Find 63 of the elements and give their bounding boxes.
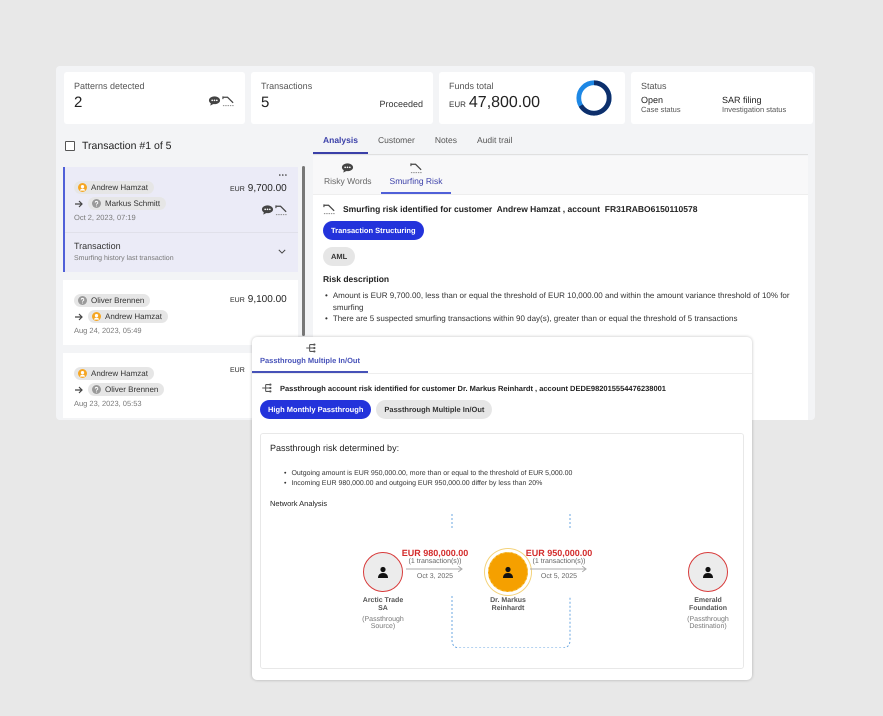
status-value: SAR filing [722, 95, 763, 105]
right-arrow-icon [530, 565, 588, 574]
person-icon [702, 566, 714, 578]
speech-bubble-icon [341, 162, 354, 174]
tab[interactable]: Audit trail [467, 130, 522, 154]
risk-heading: Smurfing risk identified for customer Andrew Hamzat , account FR31RABO6150110578 [343, 204, 698, 214]
branching-icon [304, 342, 316, 354]
section-title: Risk description [323, 274, 390, 284]
tab[interactable]: Analysis [313, 130, 368, 154]
box-title: Passthrough risk determined by: [270, 443, 400, 453]
person-icon [78, 183, 87, 192]
flow-amount: EUR 980,000.00 [402, 548, 468, 558]
flow-amount: EUR 950,000.00 [526, 548, 592, 558]
person-icon [502, 566, 514, 578]
chevron-icon[interactable] [278, 249, 286, 254]
stat-label: Status [641, 81, 668, 91]
party-name: Andrew Hamzat [91, 369, 148, 378]
transaction-amount: 9,700.00 [248, 183, 287, 194]
stat-note: Proceeded [379, 99, 423, 109]
person-icon [92, 312, 101, 321]
stat-value: 5 [261, 94, 270, 111]
risk-bullet: There are 5 suspected smurfing transactions within 90 day(s), greater than or equal the threshold of 5 transactions [332, 313, 738, 325]
question-icon [78, 296, 87, 305]
scrollbar[interactable] [302, 166, 305, 336]
stat-label: Patterns detected [74, 81, 146, 91]
list-title: Transaction #1 of 5 [82, 140, 172, 152]
tab[interactable]: Customer [368, 130, 425, 154]
party-name: Markus Schmitt [105, 199, 160, 208]
question-icon [92, 385, 101, 394]
donut-chart-drawing [575, 79, 613, 117]
descending-line-icon [410, 162, 422, 174]
person-node[interactable] [363, 552, 403, 592]
right-arrow-icon [74, 198, 84, 208]
status-value: Open [641, 95, 664, 105]
descending-line-icon [323, 203, 336, 215]
person-icon [78, 369, 87, 378]
party-name: Andrew Hamzat [91, 183, 148, 192]
subtab[interactable]: Smurfing Risk [380, 156, 452, 194]
right-arrow-icon [406, 565, 464, 574]
stat-value: 2 [74, 94, 82, 111]
party-name: Oliver Brennen [91, 296, 144, 305]
currency-label: EUR [449, 100, 466, 109]
right-arrow-icon [74, 312, 84, 322]
risk-bullet: Amount is EUR 9,700.00, less than or equal the threshold of EUR 10,000.00 and within the amount variance threshold of 10% for smurfing [332, 290, 791, 314]
stat-label: Transactions [261, 81, 314, 91]
tab[interactable]: Notes [424, 130, 468, 154]
party-name: Andrew Hamzat [105, 312, 162, 321]
transaction-amount: 9,100.00 [248, 294, 287, 305]
subtab[interactable]: Risky Words [315, 156, 381, 194]
bullet-marker: • [325, 290, 328, 302]
stat-value: 47,800.00 [468, 94, 540, 112]
descending-line-icon [222, 95, 235, 107]
person-node[interactable] [688, 552, 728, 592]
question-icon [92, 199, 101, 208]
detail-title: Transaction [74, 241, 122, 251]
person-icon [377, 566, 389, 578]
stat-label: Funds total [449, 81, 495, 91]
branching-icon [260, 382, 273, 394]
right-arrow-icon [74, 384, 84, 394]
bullet-marker: • [325, 313, 328, 325]
speech-bubble-icon [208, 95, 221, 107]
checkbox[interactable] [65, 141, 75, 151]
party-name: Oliver Brennen [105, 385, 158, 394]
